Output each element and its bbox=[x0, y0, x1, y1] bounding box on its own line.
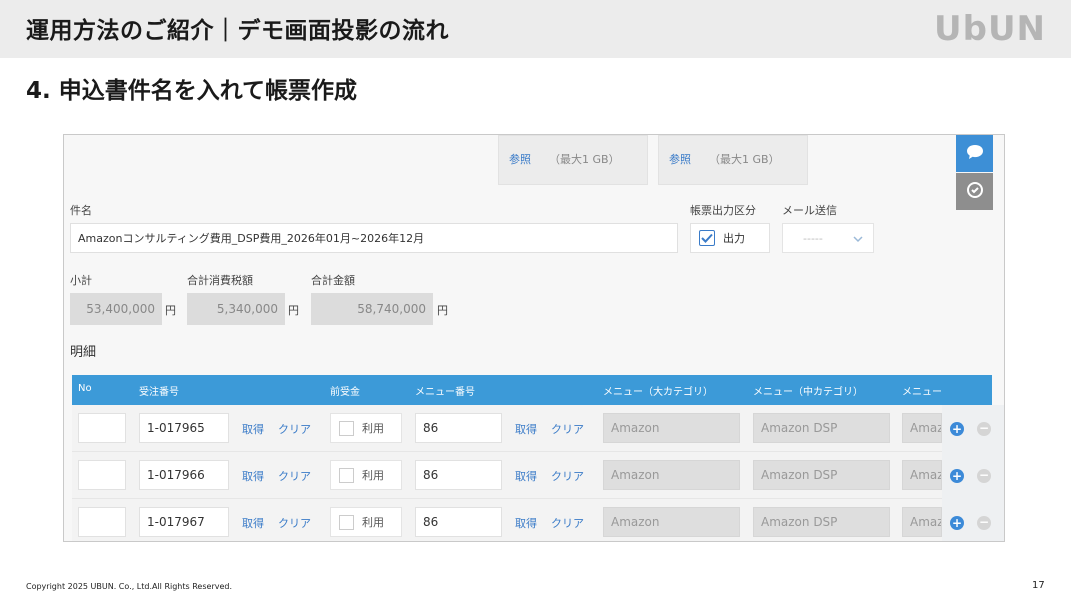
clear-menu-link[interactable]: クリア bbox=[551, 515, 584, 531]
yen-unit: 円 bbox=[165, 304, 176, 317]
minus-circle-icon[interactable]: − bbox=[977, 469, 991, 483]
row-no-input[interactable] bbox=[78, 413, 126, 443]
details-heading: 明細 bbox=[70, 345, 97, 360]
max-size-note: （最大1 GB） bbox=[709, 153, 780, 166]
get-menu-link[interactable]: 取得 bbox=[515, 468, 537, 484]
col-prepaid: 前受金 bbox=[330, 387, 360, 398]
subject-label: 件名 bbox=[70, 204, 92, 217]
output-checkbox-label: 出力 bbox=[723, 232, 745, 245]
minus-circle-icon[interactable]: − bbox=[977, 422, 991, 436]
details-table-header: No 受注番号 前受金 メニュー番号 メニュー（大カテゴリ） メニュー（中カテゴ… bbox=[72, 375, 992, 405]
minus-circle-icon[interactable]: − bbox=[977, 516, 991, 530]
plus-circle-icon[interactable]: + bbox=[950, 516, 964, 530]
total-label: 合計金額 bbox=[311, 274, 355, 287]
company-logo: UbUN bbox=[934, 9, 1047, 49]
prepaid-use-checkbox[interactable]: 利用 bbox=[330, 507, 402, 537]
yen-unit: 円 bbox=[437, 304, 448, 317]
output-type-label: 帳票出力区分 bbox=[690, 204, 756, 217]
chat-button[interactable] bbox=[956, 135, 993, 172]
app-screenshot: 参照 （最大1 GB） 参照 （最大1 GB） 件名 Amazonコンサルティン… bbox=[63, 134, 1005, 542]
step-title: 4. 申込書件名を入れて帳票作成 bbox=[26, 78, 358, 104]
mail-send-value: ----- bbox=[803, 231, 823, 245]
check-icon bbox=[699, 230, 715, 246]
total-value: 58,740,000 bbox=[311, 293, 433, 325]
subtotal-label: 小計 bbox=[70, 274, 92, 287]
menu-more-field: Amazon bbox=[902, 413, 942, 443]
tax-label: 合計消費税額 bbox=[187, 274, 253, 287]
slide-title: 運用方法のご紹介｜デモ画面投影の流れ bbox=[26, 18, 449, 44]
table-row: 1-017965 取得 クリア 利用 86 取得 クリア Amazon Amaz… bbox=[72, 405, 1004, 452]
table-row: 1-017966 取得 クリア 利用 86 取得 クリア Amazon Amaz… bbox=[72, 452, 1004, 499]
get-order-link[interactable]: 取得 bbox=[242, 515, 264, 531]
prepaid-use-checkbox[interactable]: 利用 bbox=[330, 413, 402, 443]
get-menu-link[interactable]: 取得 bbox=[515, 421, 537, 437]
menu-more-field: Amazon bbox=[902, 507, 942, 537]
tax-value: 5,340,000 bbox=[187, 293, 285, 325]
clear-order-link[interactable]: クリア bbox=[278, 421, 311, 437]
checkbox-empty bbox=[339, 420, 354, 436]
checkbox-empty bbox=[339, 467, 354, 483]
plus-circle-icon[interactable]: + bbox=[950, 469, 964, 483]
attachment-box-2: 参照 （最大1 GB） bbox=[658, 135, 808, 185]
row-actions: + − bbox=[942, 405, 1004, 452]
get-menu-link[interactable]: 取得 bbox=[515, 515, 537, 531]
menu-no-input[interactable]: 86 bbox=[415, 413, 502, 443]
row-no-input[interactable] bbox=[78, 460, 126, 490]
browse-link[interactable]: 参照 bbox=[509, 151, 531, 167]
order-no-input[interactable]: 1-017967 bbox=[139, 507, 229, 537]
menu-mid-field: Amazon DSP bbox=[753, 413, 890, 443]
menu-mid-field: Amazon DSP bbox=[753, 460, 890, 490]
history-button[interactable] bbox=[956, 173, 993, 210]
max-size-note: （最大1 GB） bbox=[549, 153, 620, 166]
menu-mid-field: Amazon DSP bbox=[753, 507, 890, 537]
table-row: 1-017967 取得 クリア 利用 86 取得 クリア Amazon Amaz… bbox=[72, 499, 1004, 541]
subject-input[interactable]: Amazonコンサルティング費用_DSP費用_2026年01月~2026年12月 bbox=[70, 223, 678, 253]
browse-link[interactable]: 参照 bbox=[669, 151, 691, 167]
use-label: 利用 bbox=[362, 469, 384, 482]
get-order-link[interactable]: 取得 bbox=[242, 421, 264, 437]
output-checkbox[interactable]: 出力 bbox=[690, 223, 770, 253]
menu-no-input[interactable]: 86 bbox=[415, 507, 502, 537]
col-no: No bbox=[78, 383, 92, 394]
prepaid-use-checkbox[interactable]: 利用 bbox=[330, 460, 402, 490]
col-menu-no: メニュー番号 bbox=[415, 387, 475, 398]
row-actions: + − bbox=[942, 499, 1004, 541]
col-order-no: 受注番号 bbox=[139, 387, 179, 398]
use-label: 利用 bbox=[362, 422, 384, 435]
row-no-input[interactable] bbox=[78, 507, 126, 537]
menu-large-field: Amazon bbox=[603, 413, 740, 443]
clear-menu-link[interactable]: クリア bbox=[551, 468, 584, 484]
chevron-down-icon bbox=[853, 233, 863, 246]
clear-order-link[interactable]: クリア bbox=[278, 515, 311, 531]
subtotal-value: 53,400,000 bbox=[70, 293, 162, 325]
checkbox-empty bbox=[339, 514, 354, 530]
chat-bubble-icon bbox=[965, 143, 985, 165]
yen-unit: 円 bbox=[288, 304, 299, 317]
col-menu-large: メニュー（大カテゴリ） bbox=[603, 387, 713, 398]
col-menu-mid: メニュー（中カテゴリ） bbox=[753, 387, 863, 398]
mail-send-label: メール送信 bbox=[782, 204, 837, 217]
order-no-input[interactable]: 1-017966 bbox=[139, 460, 229, 490]
plus-circle-icon[interactable]: + bbox=[950, 422, 964, 436]
menu-more-field: Amazon bbox=[902, 460, 942, 490]
clock-check-icon bbox=[965, 180, 985, 204]
use-label: 利用 bbox=[362, 516, 384, 529]
menu-large-field: Amazon bbox=[603, 507, 740, 537]
row-actions: + − bbox=[942, 452, 1004, 499]
menu-large-field: Amazon bbox=[603, 460, 740, 490]
menu-no-input[interactable]: 86 bbox=[415, 460, 502, 490]
attachment-box-1: 参照 （最大1 GB） bbox=[498, 135, 648, 185]
page-number: 17 bbox=[1032, 580, 1045, 591]
order-no-input[interactable]: 1-017965 bbox=[139, 413, 229, 443]
clear-menu-link[interactable]: クリア bbox=[551, 421, 584, 437]
clear-order-link[interactable]: クリア bbox=[278, 468, 311, 484]
copyright-notice: Copyright 2025 UBUN. Co., Ltd.All Rights… bbox=[26, 582, 233, 591]
mail-send-select[interactable]: ----- bbox=[782, 223, 874, 253]
col-menu-more: メニュー bbox=[902, 387, 942, 398]
get-order-link[interactable]: 取得 bbox=[242, 468, 264, 484]
